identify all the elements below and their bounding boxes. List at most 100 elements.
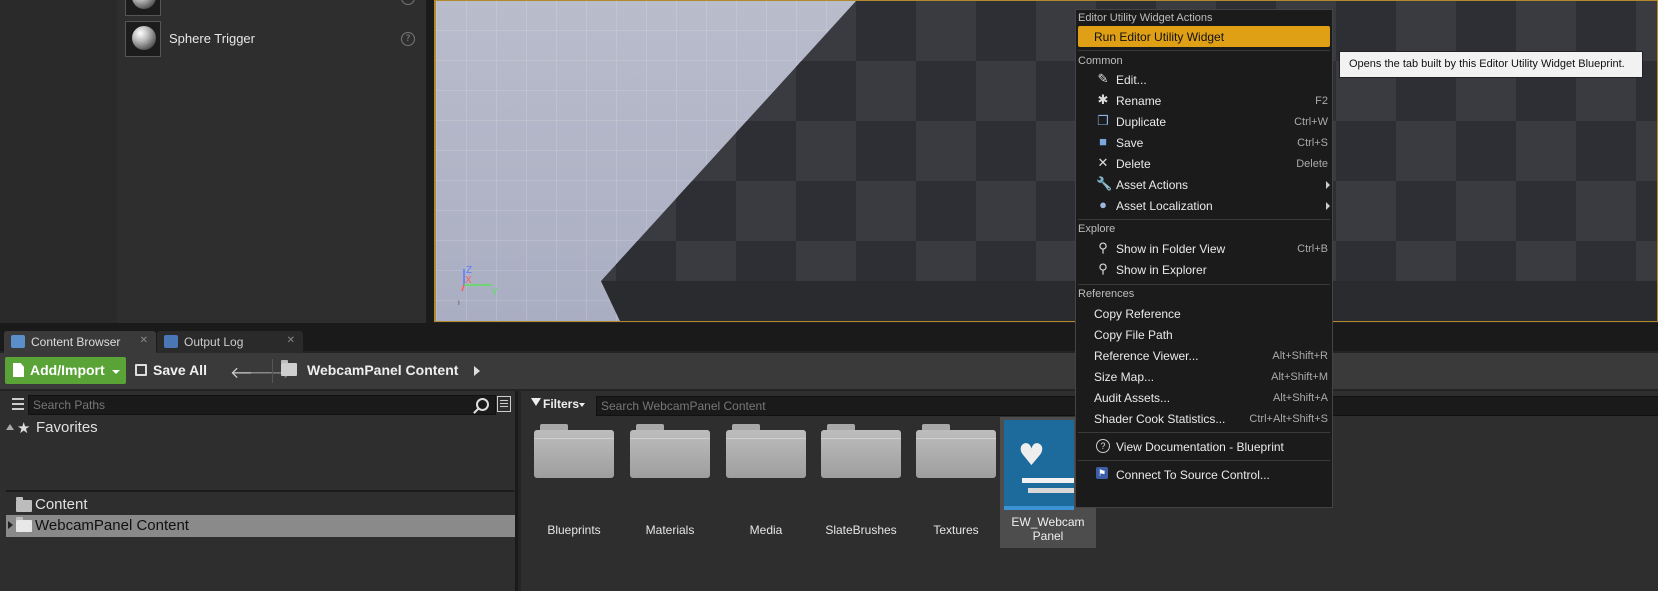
menu-item-copy-file-path[interactable]: Copy File Path xyxy=(1078,324,1330,345)
menu-item-show-in-explorer[interactable]: ⚲ Show in Explorer xyxy=(1078,259,1330,280)
forward-arrow-icon[interactable]: 🡒 xyxy=(249,362,292,382)
menu-separator xyxy=(1078,432,1330,433)
level-viewport[interactable] xyxy=(434,0,1658,322)
shortcut: Ctrl+Alt+Shift+S xyxy=(1249,413,1328,425)
search-assets-input[interactable] xyxy=(601,397,1061,415)
menu-item-label: Show in Folder View xyxy=(1116,242,1226,256)
close-icon[interactable]: ✕ xyxy=(287,335,295,346)
menu-item-label: Copy Reference xyxy=(1094,307,1181,321)
folder-name: Materials xyxy=(645,523,695,537)
menu-item-label: Audit Assets... xyxy=(1094,391,1171,405)
menu-item-rename[interactable]: ✱ Rename F2 xyxy=(1078,90,1330,111)
folder-name: Textures xyxy=(933,523,979,537)
menu-item-label: Run Editor Utility Widget xyxy=(1094,30,1225,44)
search-paths-field[interactable] xyxy=(28,395,496,415)
menu-item-label: Reference Viewer... xyxy=(1094,349,1199,363)
splitter[interactable] xyxy=(426,0,434,323)
tree-item-content[interactable]: Content xyxy=(35,496,88,513)
add-import-button[interactable]: Add/Import xyxy=(5,357,126,384)
menu-item-connect-source-control[interactable]: ⚑ Connect To Source Control... xyxy=(1078,464,1330,485)
menu-item-show-in-folder-view[interactable]: ⚲ Show in Folder View Ctrl+B xyxy=(1078,238,1330,259)
menu-item-copy-reference[interactable]: Copy Reference xyxy=(1078,303,1330,324)
asset-view-empty-area[interactable] xyxy=(521,548,1658,591)
chevron-down-icon xyxy=(579,403,585,407)
menu-item-audit-assets[interactable]: Audit Assets... Alt+Shift+A xyxy=(1078,387,1330,408)
menu-item-label: Show in Explorer xyxy=(1116,263,1207,277)
collapse-arrow-icon[interactable] xyxy=(8,521,13,529)
run-editor-utility-widget-item[interactable]: Run Editor Utility Widget xyxy=(1078,26,1330,47)
menu-item-asset-localization[interactable]: ● Asset Localization xyxy=(1078,195,1330,216)
menu-item-duplicate[interactable]: ❐ Duplicate Ctrl+W xyxy=(1078,111,1330,132)
menu-item-delete[interactable]: ✕ Delete Delete xyxy=(1078,153,1330,174)
search-paths-input[interactable] xyxy=(33,396,473,414)
content-browser-icon xyxy=(11,335,25,348)
folder-icon xyxy=(821,424,901,478)
tooltip: Opens the tab built by this Editor Utili… xyxy=(1339,51,1643,78)
axis-x-label: X xyxy=(465,275,472,286)
filters-button[interactable]: Filters xyxy=(529,395,587,413)
menu-item-edit[interactable]: ✎ Edit... xyxy=(1078,69,1330,90)
menu-item-label: Save xyxy=(1116,136,1144,150)
expand-arrow-icon[interactable] xyxy=(6,424,14,430)
place-item-partial[interactable]: ? xyxy=(125,0,415,18)
shortcut: Delete xyxy=(1296,158,1328,170)
place-item-label: Sphere Trigger xyxy=(169,31,255,46)
menu-item-asset-actions[interactable]: 🔧 Asset Actions xyxy=(1078,174,1330,195)
folder-name: Blueprints xyxy=(547,523,601,537)
save-all-label: Save All xyxy=(153,362,207,378)
back-arrow-icon[interactable]: 🡐 xyxy=(230,362,273,382)
path-breadcrumb[interactable]: WebcamPanel Content xyxy=(307,362,458,378)
menu-item-label: Duplicate xyxy=(1116,115,1167,129)
shortcut: Ctrl+W xyxy=(1294,116,1328,128)
folder-tile-slatebrushes[interactable]: SlateBrushes xyxy=(818,418,904,548)
chevron-right-icon[interactable] xyxy=(474,366,480,376)
folder-tile-media[interactable]: Media xyxy=(723,418,809,548)
divider xyxy=(6,490,514,492)
menu-item-label: Shader Cook Statistics... xyxy=(1094,412,1226,426)
menu-item-save[interactable]: ■ Save Ctrl+S xyxy=(1078,132,1330,153)
star-icon: ★ xyxy=(17,419,31,437)
help-icon[interactable]: ? xyxy=(401,0,415,5)
menu-item-shader-cook-statistics[interactable]: Shader Cook Statistics... Ctrl+Alt+Shift… xyxy=(1078,408,1330,429)
shortcut: Alt+Shift+R xyxy=(1272,350,1328,362)
folder-tile-materials[interactable]: Materials xyxy=(627,418,713,548)
shortcut: Ctrl+S xyxy=(1297,137,1328,149)
shortcut: F2 xyxy=(1315,95,1328,107)
save-all-button[interactable]: Save All xyxy=(133,357,217,384)
folder-icon xyxy=(534,424,614,478)
view-options-icon[interactable] xyxy=(497,396,511,412)
filters-label: Filters xyxy=(543,397,580,411)
menu-separator xyxy=(1078,50,1330,51)
rename-icon: ✱ xyxy=(1097,92,1109,107)
menu-item-label: Asset Localization xyxy=(1116,199,1213,213)
section-header-ew-actions: Editor Utility Widget Actions xyxy=(1078,12,1213,24)
folder-icon xyxy=(916,424,996,478)
shortcut: Alt+Shift+M xyxy=(1271,371,1328,383)
menu-item-label: Size Map... xyxy=(1094,370,1155,384)
source-control-icon: ⚑ xyxy=(1096,467,1108,479)
shortcut: Alt+Shift+A xyxy=(1272,392,1328,404)
menu-item-reference-viewer[interactable]: Reference Viewer... Alt+Shift+R xyxy=(1078,345,1330,366)
toggle-sources-icon[interactable] xyxy=(8,397,24,411)
tab-output-log[interactable]: Output Log ✕ xyxy=(157,331,303,353)
folder-name: Media xyxy=(749,523,783,537)
folder-icon xyxy=(16,497,32,512)
menu-item-view-documentation[interactable]: ? View Documentation - Blueprint xyxy=(1078,436,1330,457)
shortcut: Ctrl+B xyxy=(1297,243,1328,255)
tab-label: Output Log xyxy=(184,335,244,349)
folder-tile-blueprints[interactable]: Blueprints xyxy=(531,418,617,548)
axis-y-label: Y xyxy=(491,287,498,298)
output-log-icon xyxy=(164,335,178,348)
menu-item-label: Rename xyxy=(1116,94,1162,108)
place-item-sphere-trigger[interactable]: Sphere Trigger ? xyxy=(125,21,415,59)
asset-name: EW_Webcam Panel xyxy=(1000,515,1096,543)
tree-item-label[interactable]: WebcamPanel Content xyxy=(35,517,189,534)
tab-label: Content Browser xyxy=(31,335,121,349)
folder-icon xyxy=(630,424,710,478)
favorites-label[interactable]: Favorites xyxy=(36,419,98,436)
help-icon[interactable]: ? xyxy=(401,32,415,46)
close-icon[interactable]: ✕ xyxy=(140,335,148,346)
tab-content-browser[interactable]: Content Browser ✕ xyxy=(4,331,156,353)
folder-tile-textures[interactable]: Textures xyxy=(913,418,999,548)
menu-item-size-map[interactable]: Size Map... Alt+Shift+M xyxy=(1078,366,1330,387)
